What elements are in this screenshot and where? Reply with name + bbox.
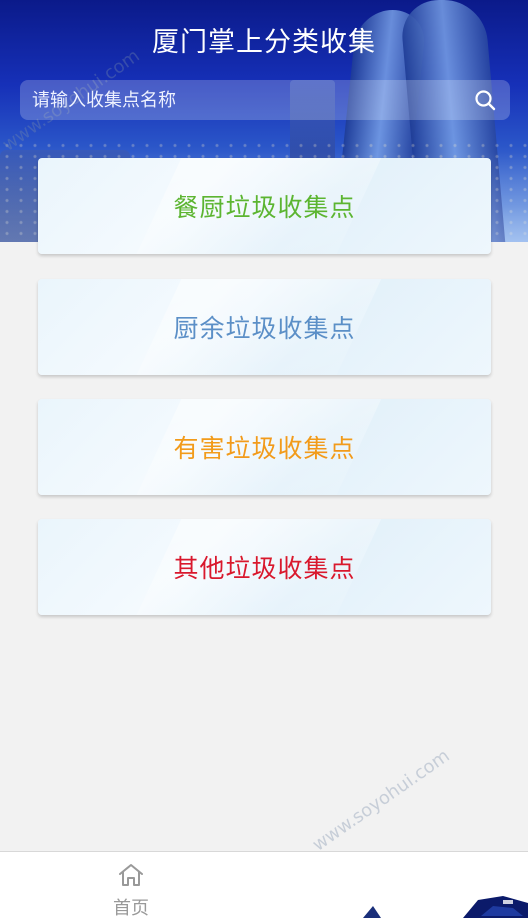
page-title: 厦门掌上分类收集 [152,27,376,58]
card-label: 餐厨垃圾收集点 [173,193,356,222]
search-icon[interactable] [472,87,498,113]
home-icon [117,862,145,892]
search-bar[interactable] [20,80,510,120]
food-waste-collection-button[interactable]: 厨余垃圾收集点 [38,279,491,375]
other-waste-collection-button[interactable]: 其他垃圾收集点 [38,519,491,615]
kitchen-waste-collection-button[interactable]: 餐厨垃圾收集点 [38,158,491,254]
site-logo [363,896,528,918]
search-input[interactable] [32,89,472,111]
card-label: 其他垃圾收集点 [173,554,356,583]
card-label: 有害垃圾收集点 [173,434,356,463]
watermark: www.soyohui.com [308,745,454,856]
tab-home[interactable]: 首页 [100,862,162,918]
card-label: 厨余垃圾收集点 [173,314,356,343]
bottom-tab-bar: 首页 [0,851,528,918]
tab-home-label: 首页 [113,898,149,918]
hazardous-waste-collection-button[interactable]: 有害垃圾收集点 [38,399,491,495]
